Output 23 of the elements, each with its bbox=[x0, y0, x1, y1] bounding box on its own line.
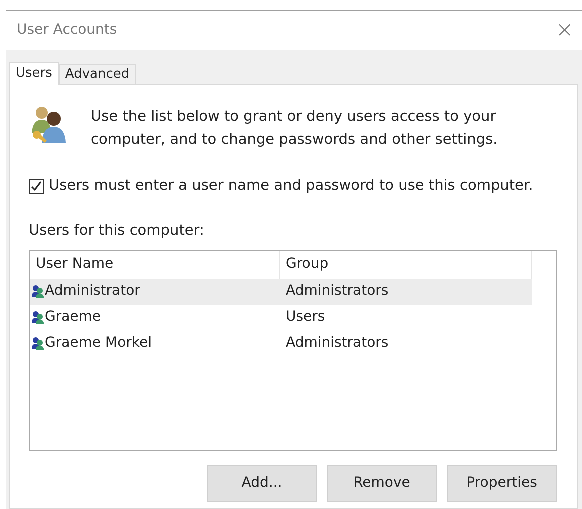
user-name: Graeme bbox=[45, 308, 102, 327]
checkbox-label: Users must enter a user name and password to use this computer. bbox=[49, 177, 534, 196]
user-group: Users bbox=[280, 307, 326, 328]
tab[interactable]: Advanced bbox=[59, 64, 136, 84]
user-row[interactable]: Graeme Morkel Administrators bbox=[30, 330, 532, 356]
dialog-button[interactable]: Remove bbox=[327, 464, 437, 502]
close-button[interactable]: × bbox=[556, 20, 574, 42]
user-row[interactable]: Administrator Administrators bbox=[30, 278, 532, 304]
user-group: Administrators bbox=[280, 333, 389, 354]
intro-text: Use the list below to grant or deny users access to your computer, and to change passwords and other settings. bbox=[91, 108, 499, 150]
user-name: Graeme Morkel bbox=[45, 334, 152, 353]
user-icon bbox=[32, 285, 44, 298]
dialog-button[interactable]: Properties bbox=[447, 464, 557, 502]
user-icon bbox=[32, 337, 44, 350]
user-icon bbox=[32, 311, 44, 324]
tab[interactable]: Users bbox=[9, 62, 60, 85]
list-label: Users for this computer: bbox=[29, 222, 206, 241]
user-row[interactable]: Graeme Users bbox=[30, 304, 532, 330]
window-title: User Accounts bbox=[17, 21, 118, 40]
checkbox[interactable] bbox=[29, 179, 44, 194]
user-group: Administrators bbox=[280, 281, 389, 302]
user-name: Administrator bbox=[45, 282, 140, 301]
dialog-button[interactable]: Add... bbox=[207, 464, 317, 502]
